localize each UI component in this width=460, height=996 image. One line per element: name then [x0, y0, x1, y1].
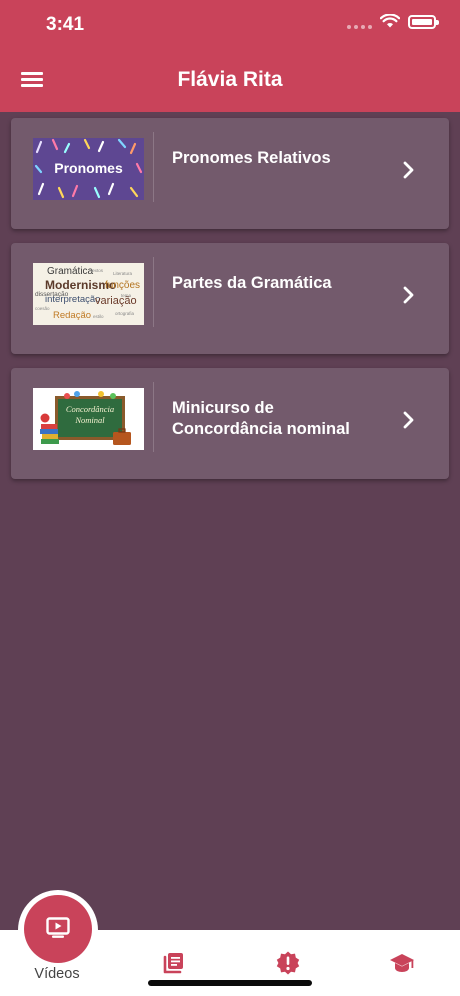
chevron-right-icon	[403, 161, 414, 179]
alert-badge-icon[interactable]	[275, 950, 301, 976]
divider	[153, 382, 154, 452]
status-icons	[347, 14, 439, 29]
thumb-word: dissertação	[35, 291, 69, 298]
item-title: Minicurso de Concordância nominal	[172, 399, 350, 438]
list-item-concordancia-nominal[interactable]: Concordância Nominal Minicurso de Concor…	[11, 368, 449, 479]
page-title: Flávia Rita	[177, 68, 283, 91]
svg-text:ortografia: ortografia	[115, 311, 135, 316]
graduation-cap-icon[interactable]	[389, 950, 415, 976]
thumbnail-word-cloud: Gramática Modernismo funções interpretaç…	[33, 263, 144, 325]
svg-text:tema: tema	[121, 293, 132, 298]
articles-icon[interactable]	[160, 950, 186, 976]
thumb-word: Nominal	[74, 415, 105, 425]
thumbnail-chalkboard: Concordância Nominal	[33, 388, 144, 450]
thumb-word: funções	[105, 280, 140, 291]
home-indicator	[148, 980, 312, 986]
wifi-icon	[380, 14, 400, 28]
video-list: Pronomes Pronomes Relativos Gramática Mo…	[11, 118, 449, 493]
thumb-word: Gramática	[47, 266, 94, 277]
divider	[153, 257, 154, 327]
thumb-word: Redação	[53, 310, 91, 321]
item-title: Partes da Gramática	[172, 274, 332, 292]
svg-text:estilo: estilo	[93, 314, 104, 319]
tab-videos[interactable]	[24, 895, 92, 963]
divider	[153, 132, 154, 202]
list-item-partes-da-gramatica[interactable]: Gramática Modernismo funções interpretaç…	[11, 243, 449, 354]
tab-videos-label: Vídeos	[34, 966, 80, 982]
list-item-pronomes-relativos[interactable]: Pronomes Pronomes Relativos	[11, 118, 449, 229]
app-header: 3:41 Flávia Rita	[0, 0, 460, 112]
thumbnail-label: Pronomes	[54, 160, 123, 176]
tv-play-icon	[46, 917, 70, 938]
thumb-word: Concordância	[66, 404, 114, 414]
chevron-right-icon	[403, 411, 414, 429]
status-time: 3:41	[46, 14, 85, 35]
chevron-right-icon	[403, 286, 414, 304]
svg-text:Literatura: Literatura	[113, 271, 133, 276]
svg-text:coesão: coesão	[35, 306, 50, 311]
cellular-signal-icon	[347, 15, 372, 29]
battery-icon	[408, 14, 439, 29]
item-title: Pronomes Relativos	[172, 149, 331, 167]
svg-text:textos: textos	[91, 268, 104, 273]
thumbnail-pronomes: Pronomes	[33, 138, 144, 200]
